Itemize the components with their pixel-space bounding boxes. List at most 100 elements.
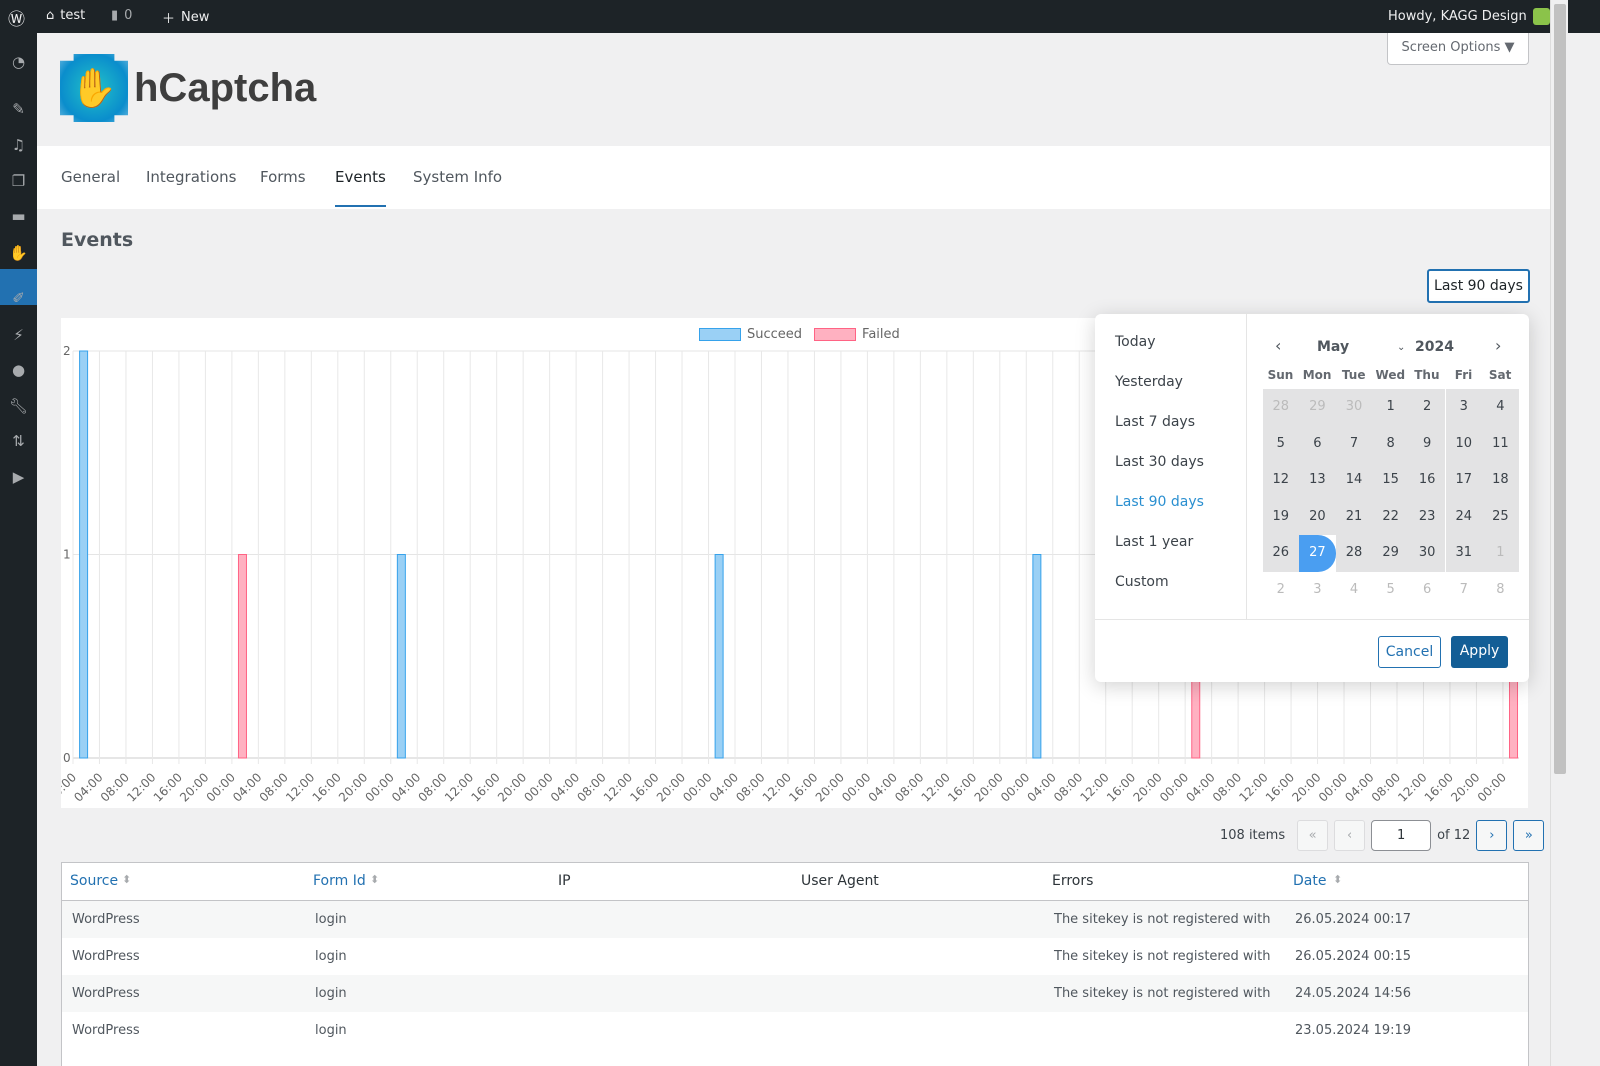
- last-page-button[interactable]: »: [1513, 820, 1545, 851]
- date-range-button[interactable]: Last 90 days: [1427, 269, 1530, 303]
- wordpress-logo-icon[interactable]: Ⓦ: [8, 5, 25, 30]
- prev-month-icon[interactable]: ‹: [1275, 336, 1281, 355]
- preset-last-30-days[interactable]: Last 30 days: [1115, 454, 1204, 470]
- preset-last-90-days[interactable]: Last 90 days: [1115, 494, 1204, 510]
- tab-events[interactable]: Events: [335, 168, 386, 207]
- collapse-play-icon[interactable]: ▶: [9, 468, 28, 487]
- scrollbar-thumb[interactable]: [1554, 4, 1566, 774]
- users-icon[interactable]: ●: [9, 361, 28, 380]
- calendar-day[interactable]: 6: [1299, 425, 1336, 463]
- calendar-day[interactable]: 31: [1445, 535, 1483, 572]
- month-select[interactable]: May: [1317, 339, 1349, 355]
- prev-page-button[interactable]: ‹: [1334, 820, 1366, 851]
- dashboard-icon[interactable]: ◔: [9, 53, 28, 72]
- screen-options-button[interactable]: Screen Options ▼: [1387, 33, 1529, 65]
- legend-label-failed[interactable]: Failed: [862, 327, 900, 342]
- next-month-icon[interactable]: ›: [1495, 336, 1501, 355]
- sort-icon[interactable]: ⬍: [370, 873, 379, 886]
- calendar-day[interactable]: 26: [1262, 535, 1300, 572]
- tab-integrations[interactable]: Integrations: [146, 168, 236, 186]
- calendar-day[interactable]: 13: [1299, 462, 1336, 499]
- preset-today[interactable]: Today: [1115, 334, 1156, 350]
- calendar-day[interactable]: 5: [1372, 572, 1409, 609]
- current-page-input[interactable]: 1: [1371, 820, 1432, 851]
- apply-button[interactable]: Apply: [1451, 636, 1508, 668]
- calendar-day[interactable]: 8: [1482, 572, 1519, 609]
- legend-label-succeed[interactable]: Succeed: [747, 327, 802, 342]
- cancel-button[interactable]: Cancel: [1378, 636, 1441, 668]
- calendar-day[interactable]: 2: [1263, 572, 1300, 609]
- calendar-day[interactable]: 21: [1335, 498, 1373, 536]
- calendar-day[interactable]: 20: [1299, 498, 1336, 536]
- calendar-day[interactable]: 29: [1372, 535, 1409, 572]
- calendar-day[interactable]: 28: [1262, 389, 1300, 426]
- table-row[interactable]: WordPress login The sitekey is not registe…: [62, 975, 1528, 1012]
- calendar-day[interactable]: 8: [1372, 425, 1409, 463]
- calendar-day[interactable]: 7: [1335, 425, 1373, 463]
- calendar-day[interactable]: 23: [1408, 498, 1446, 536]
- legend-swatch-failed[interactable]: [814, 328, 857, 341]
- comments-icon[interactable]: ▬: [9, 207, 28, 226]
- preset-last-1-year[interactable]: Last 1 year: [1115, 534, 1193, 550]
- selected-day[interactable]: 27: [1299, 535, 1336, 572]
- calendar-day[interactable]: 4: [1482, 389, 1519, 426]
- new-content-link[interactable]: ＋ New: [162, 8, 209, 27]
- table-row[interactable]: WordPress login 23.05.2024 19:19: [62, 1012, 1528, 1049]
- calendar-day[interactable]: 4: [1336, 572, 1373, 609]
- appearance-icon[interactable]: ✐: [9, 289, 28, 308]
- tab-general[interactable]: General: [61, 168, 120, 186]
- calendar-day[interactable]: 14: [1335, 462, 1373, 499]
- bar-failed[interactable]: [237, 554, 247, 759]
- page-scrollbar[interactable]: [1550, 0, 1568, 1066]
- site-link[interactable]: ⌂ test: [46, 8, 85, 23]
- calendar-day[interactable]: 6: [1409, 572, 1446, 609]
- tab-system-info[interactable]: System Info: [413, 168, 502, 186]
- bar-succeed[interactable]: [714, 554, 724, 759]
- hcaptcha-icon[interactable]: ✋: [9, 244, 28, 263]
- calendar-day[interactable]: 16: [1408, 462, 1446, 499]
- preset-yesterday[interactable]: Yesterday: [1115, 374, 1183, 390]
- calendar-day[interactable]: 12: [1262, 462, 1300, 499]
- table-row[interactable]: WordPress login The sitekey is not registe…: [62, 901, 1528, 938]
- settings-icon[interactable]: ⇅: [9, 432, 28, 451]
- calendar-day[interactable]: 25: [1482, 498, 1519, 536]
- calendar-day[interactable]: 24: [1445, 498, 1483, 536]
- calendar-day[interactable]: 5: [1262, 425, 1300, 463]
- first-page-button[interactable]: «: [1297, 820, 1329, 851]
- calendar-day[interactable]: 9: [1408, 425, 1446, 463]
- bar-succeed[interactable]: [396, 554, 406, 759]
- comments-link[interactable]: ▮ 0: [111, 8, 132, 23]
- legend-swatch-succeed[interactable]: [699, 328, 741, 341]
- column-header-date[interactable]: Date: [1293, 873, 1326, 889]
- media-icon[interactable]: ♫: [9, 136, 28, 155]
- chevron-down-icon[interactable]: ⌄: [1397, 342, 1405, 353]
- plugins-icon[interactable]: ⚡: [9, 326, 28, 345]
- column-header-form-id[interactable]: Form Id: [313, 873, 366, 889]
- calendar-day[interactable]: 19: [1262, 498, 1300, 536]
- pages-icon[interactable]: ❐: [9, 172, 28, 191]
- calendar-day[interactable]: 11: [1482, 425, 1519, 463]
- calendar-day[interactable]: 29: [1299, 389, 1336, 426]
- tab-forms[interactable]: Forms: [260, 168, 306, 186]
- calendar-day[interactable]: 3: [1299, 572, 1336, 609]
- calendar-day[interactable]: 1: [1372, 389, 1409, 426]
- calendar-day[interactable]: 22: [1372, 498, 1409, 536]
- calendar-day[interactable]: 30: [1408, 535, 1446, 572]
- column-header-source[interactable]: Source: [70, 873, 118, 889]
- calendar-day[interactable]: 1: [1482, 535, 1519, 572]
- calendar-day[interactable]: 30: [1335, 389, 1373, 426]
- calendar-day[interactable]: 3: [1445, 389, 1483, 426]
- bar-succeed[interactable]: [1032, 554, 1042, 759]
- calendar-day[interactable]: 28: [1335, 535, 1373, 572]
- year-select[interactable]: 2024: [1415, 339, 1454, 355]
- preset-custom[interactable]: Custom: [1115, 574, 1169, 590]
- table-row[interactable]: WordPress login The sitekey is not registe…: [62, 938, 1528, 975]
- posts-pin-icon[interactable]: ✎: [9, 100, 28, 119]
- calendar-day[interactable]: 7: [1446, 572, 1483, 609]
- preset-last-7-days[interactable]: Last 7 days: [1115, 414, 1195, 430]
- next-page-button[interactable]: ›: [1476, 820, 1508, 851]
- account-menu[interactable]: Howdy, KAGG Design: [1388, 8, 1550, 25]
- calendar-day[interactable]: 18: [1482, 462, 1519, 499]
- bar-succeed[interactable]: [79, 350, 89, 759]
- calendar-day[interactable]: 2: [1408, 389, 1446, 426]
